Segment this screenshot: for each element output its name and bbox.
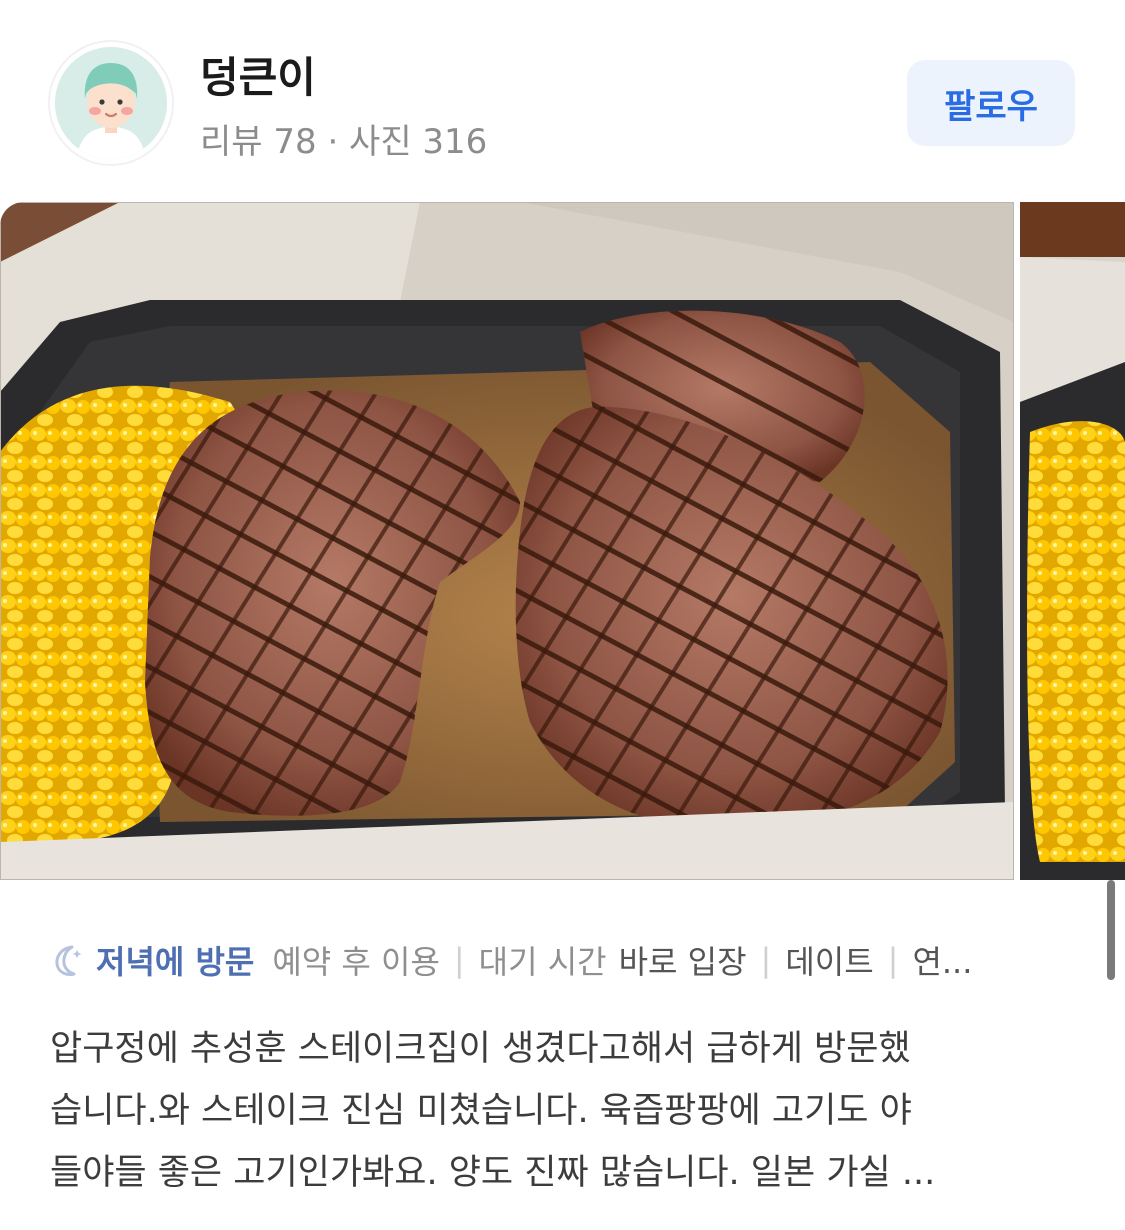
- tag-divider: |: [760, 941, 772, 979]
- steak-photo-image: [0, 202, 1014, 880]
- avatar[interactable]: [50, 42, 172, 164]
- second-photo-image: [1020, 202, 1125, 880]
- reviewer-stats: 리뷰 78 · 사진 316: [200, 122, 488, 162]
- companion-tag: 연...: [912, 943, 973, 981]
- visit-info-tags: 저녁에 방문 예약 후 이용 | 대기 시간 바로 입장 | 데이트 | 연..…: [50, 935, 1060, 985]
- wait-time-label: 대기 시간: [478, 943, 607, 981]
- review-line: 압구정에 추성훈 스테이크집이 생겼다고해서 급하게 방문했: [50, 1029, 911, 1069]
- reviewer-header: 덩큰이 리뷰 78 · 사진 316 팔로우: [0, 0, 1125, 200]
- review-line: 들야들 좋은 고기인가봐요. 양도 진짜 많습니다. 일본 가실 ...: [50, 1153, 936, 1193]
- reservation-tag: 예약 후 이용: [272, 943, 440, 981]
- moon-icon: [55, 945, 82, 976]
- page-scrollbar[interactable]: [1107, 880, 1115, 980]
- reviewer-name[interactable]: 덩큰이: [200, 44, 316, 105]
- second-photo-preview[interactable]: [1020, 202, 1125, 880]
- steak-photo[interactable]: [0, 202, 1014, 880]
- person-illustration-icon: [55, 47, 167, 159]
- wait-time-value: 바로 입장: [618, 943, 747, 981]
- tag-divider: |: [453, 941, 465, 979]
- follow-button[interactable]: 팔로우: [907, 60, 1075, 146]
- purpose-tag: 데이트: [785, 943, 874, 981]
- review-text[interactable]: 압구정에 추성훈 스테이크집이 생겼다고해서 급하게 방문했 습니다.와 스테이…: [50, 1018, 1080, 1204]
- review-line: 습니다.와 스테이크 진심 미쳤습니다. 육즙팡팡에 고기도 야: [50, 1091, 912, 1131]
- photo-gallery[interactable]: [0, 202, 1125, 880]
- visit-time-tag: 저녁에 방문: [96, 943, 255, 981]
- avatar-image: [55, 47, 167, 159]
- tag-divider: |: [887, 941, 899, 979]
